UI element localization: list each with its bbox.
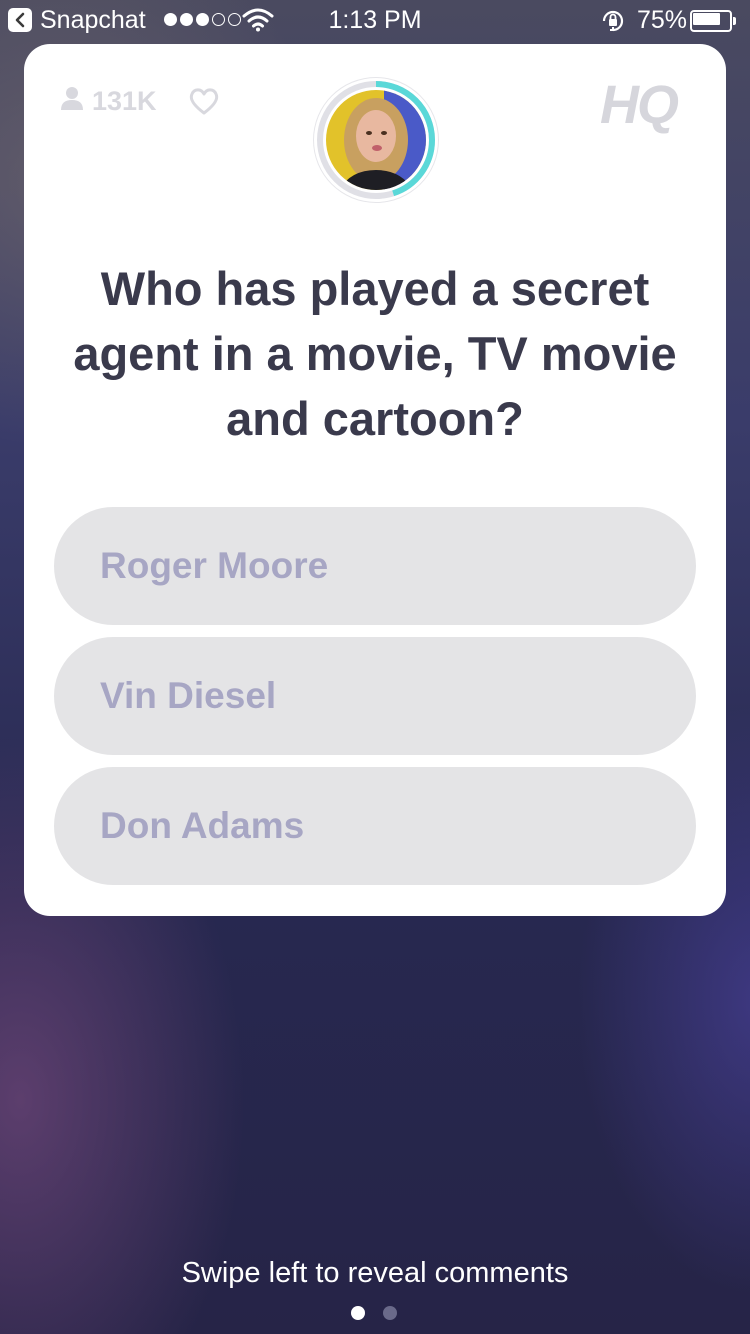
person-icon — [60, 86, 84, 117]
answer-label: Don Adams — [100, 805, 305, 846]
answer-option[interactable]: Roger Moore — [54, 507, 696, 625]
answer-option[interactable]: Vin Diesel — [54, 637, 696, 755]
status-bar: Snapchat 1:13 PM 75% — [0, 0, 750, 40]
answer-option[interactable]: Don Adams — [54, 767, 696, 885]
hq-logo: HQ — [600, 75, 679, 135]
battery-percent: 75% — [637, 6, 688, 34]
host-avatar — [314, 78, 438, 202]
viewer-count: 131K — [60, 86, 157, 117]
page-indicator[interactable] — [351, 1306, 397, 1320]
viewer-count-label: 131K — [92, 86, 157, 116]
page-dot[interactable] — [351, 1306, 365, 1320]
swipe-hint: Swipe left to reveal comments — [181, 1257, 569, 1289]
battery-icon — [690, 10, 736, 32]
question-text: Who has played a secret agent in a movie… — [73, 262, 677, 445]
answer-label: Vin Diesel — [100, 675, 277, 716]
answer-label: Roger Moore — [100, 545, 329, 586]
question-card: 131K HQ Who has played a secret agent in… — [24, 44, 726, 916]
page-dot[interactable] — [383, 1306, 397, 1320]
heart-icon[interactable] — [188, 86, 220, 120]
rotation-lock-icon — [600, 8, 626, 41]
